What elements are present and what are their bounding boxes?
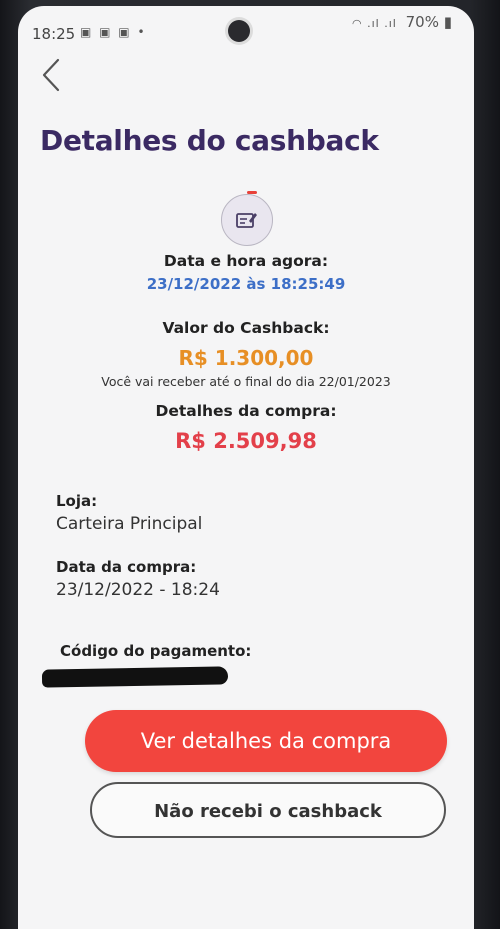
status-time: 18:25	[32, 25, 76, 43]
front-camera	[228, 20, 250, 42]
payment-code-label: Código do pagamento:	[60, 642, 252, 660]
receipt-glyph	[236, 213, 257, 228]
receipt-hand-icon	[221, 191, 273, 246]
page-title: Detalhes do cashback	[40, 124, 379, 157]
datetime-value: 23/12/2022 às 18:25:49	[146, 275, 346, 293]
store-label: Loja:	[56, 492, 98, 510]
purchase-value: R$ 2.509,98	[175, 429, 317, 453]
view-purchase-details-button[interactable]: Ver detalhes da compra	[85, 710, 447, 772]
cashback-note: Você vai receber até o final do dia 22/0…	[101, 374, 391, 389]
store-value: Carteira Principal	[56, 514, 203, 534]
redacted-payment-code	[41, 666, 229, 688]
back-button[interactable]	[40, 58, 70, 98]
cashback-not-received-button[interactable]: Não recebi o cashback	[90, 782, 446, 838]
status-bar: 18:25 ▣ ▣ ▣ • ◠ .ıl .ıl 70% ▮	[18, 6, 474, 46]
icon-accent-mark	[247, 191, 257, 194]
chevron-left-icon	[42, 58, 60, 92]
app-screen: 18:25 ▣ ▣ ▣ • ◠ .ıl .ıl 70% ▮ Detalhes d…	[18, 6, 474, 929]
purchase-label: Detalhes da compra:	[155, 402, 337, 420]
status-right: ◠ .ıl .ıl 70% ▮	[352, 13, 452, 31]
notification-icons: ▣ ▣ ▣ •	[80, 25, 147, 39]
purchase-date-value: 23/12/2022 - 18:24	[56, 580, 220, 600]
battery-icon: ▮	[443, 13, 452, 31]
signal-icon: ◠ .ıl .ıl	[352, 17, 397, 30]
purchase-date-label: Data da compra:	[56, 558, 197, 576]
cashback-value: R$ 1.300,00	[178, 346, 314, 370]
cashback-label: Valor do Cashback:	[162, 319, 330, 337]
datetime-label: Data e hora agora:	[163, 252, 329, 270]
battery-percentage: 70%	[405, 13, 439, 31]
